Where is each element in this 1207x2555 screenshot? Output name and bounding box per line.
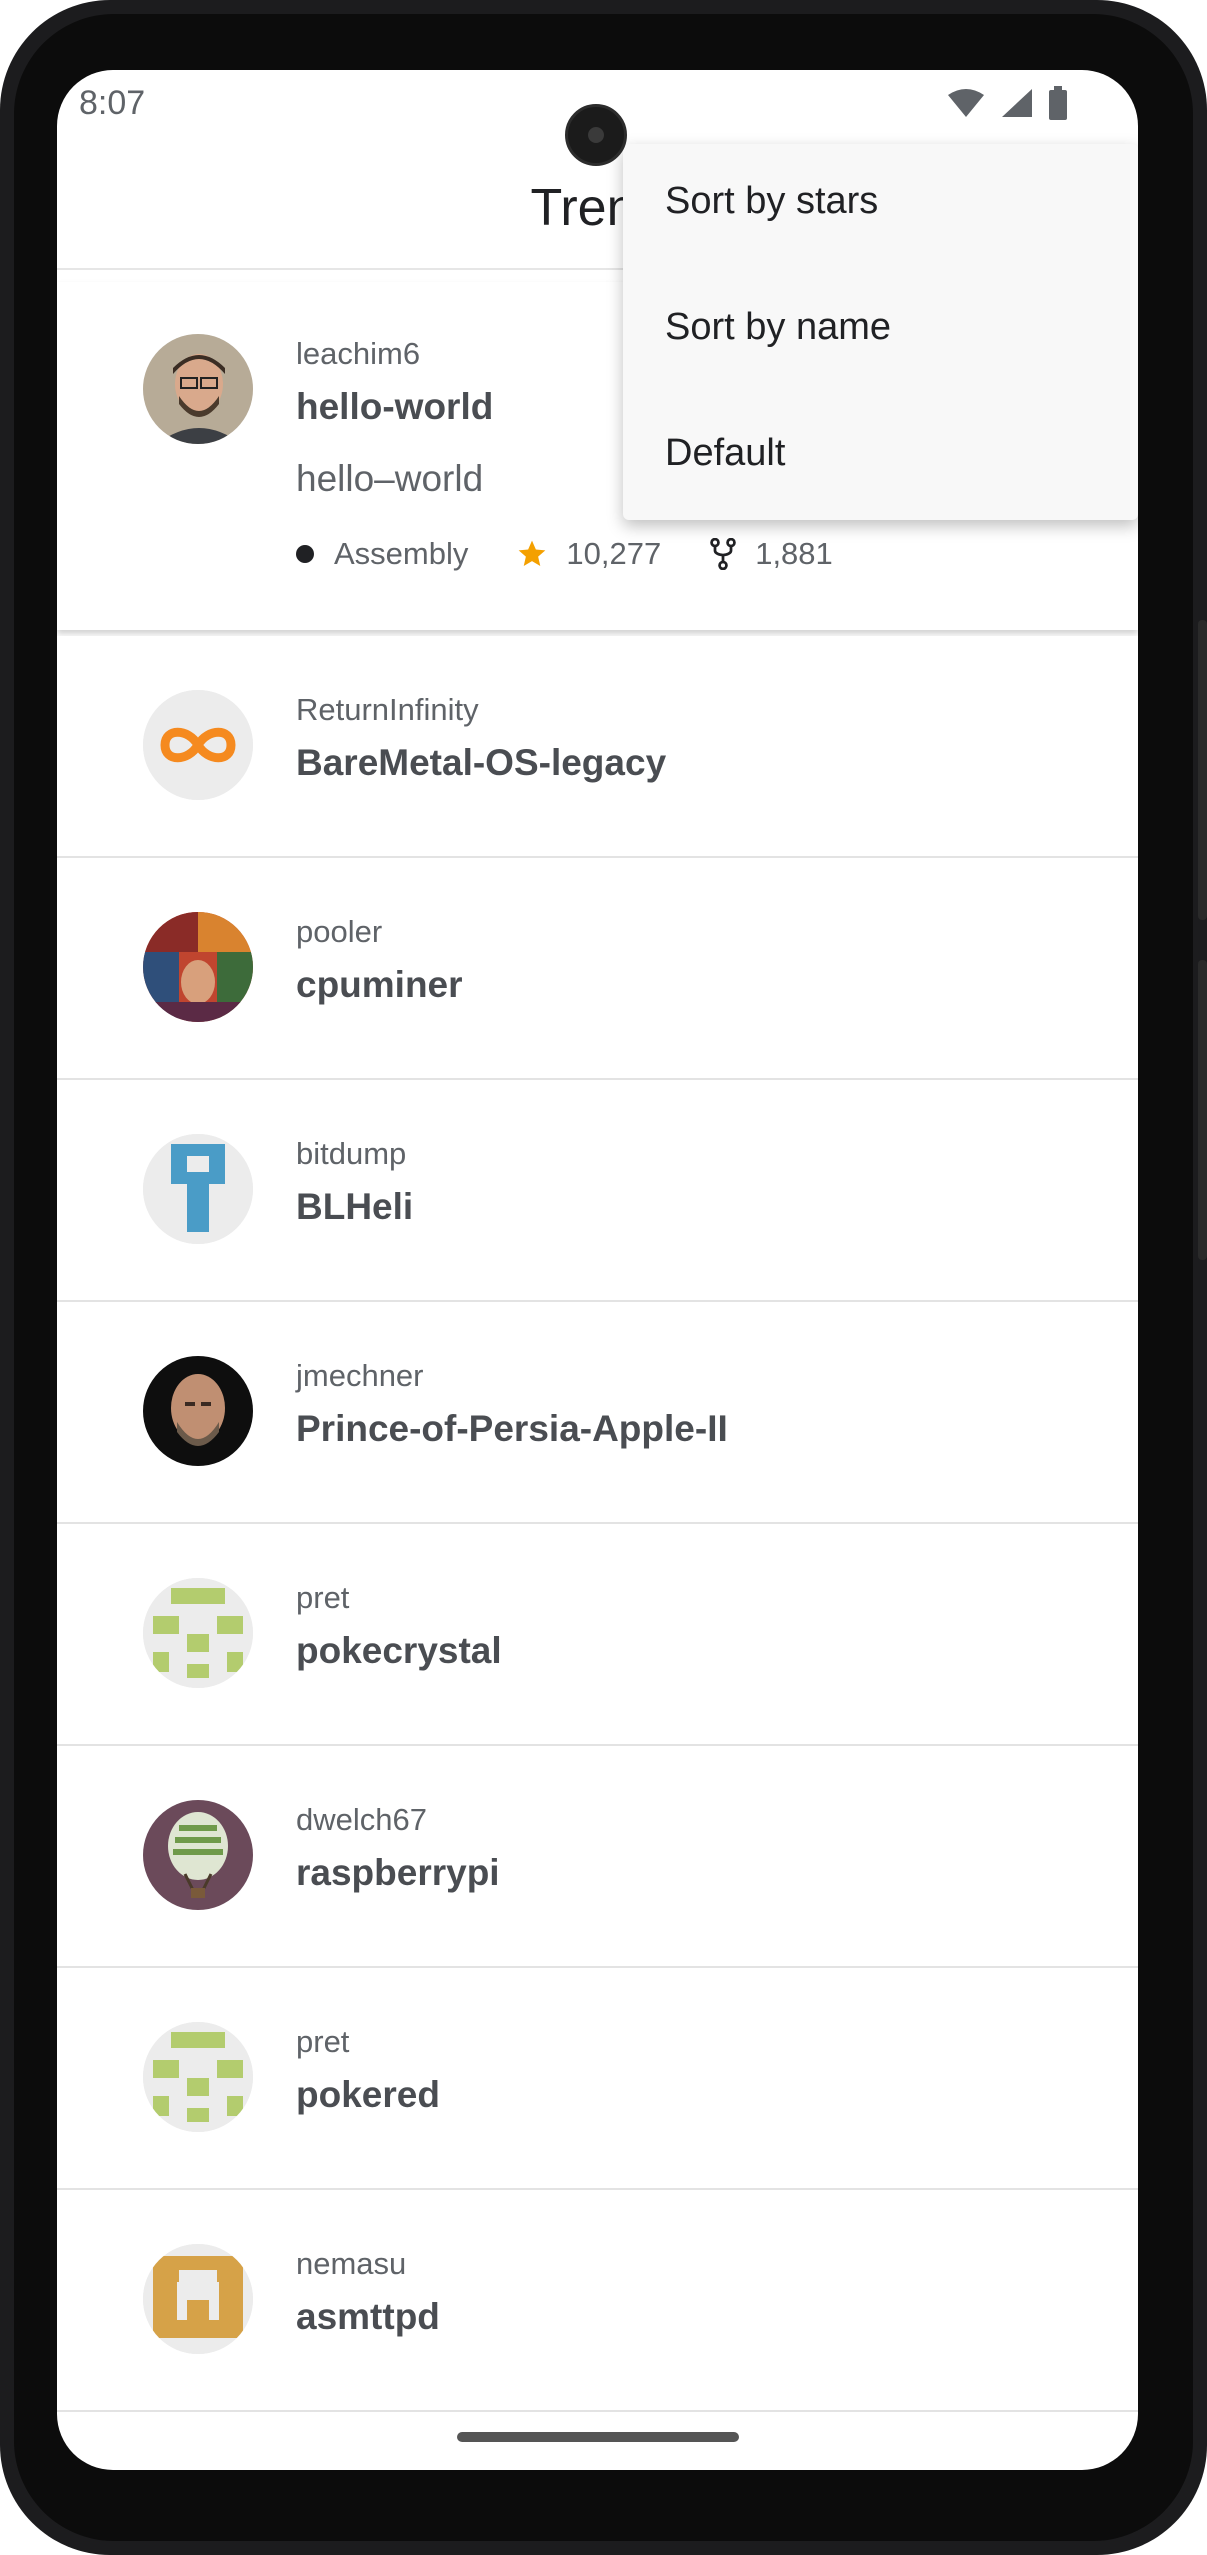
repo-meta: Assembly 10,277 1,881 — [296, 536, 833, 572]
repo-forks: 1,881 — [755, 536, 833, 571]
star-icon — [519, 540, 546, 566]
list-item[interactable]: bitdump BLHeli — [57, 1080, 1138, 1302]
list-item[interactable]: pret pokecrystal — [57, 1524, 1138, 1746]
person-photo-icon — [143, 1356, 253, 1466]
screen: 8:07 Trend leachim6 hello-world hello–wo… — [57, 70, 1138, 2470]
wifi-icon — [948, 89, 984, 117]
repo-name: raspberrypi — [296, 1852, 500, 1893]
avatar — [143, 1800, 253, 1910]
avatar — [143, 2244, 253, 2354]
sort-menu: Sort by stars Sort by name Default — [623, 144, 1138, 520]
repo-language: Assembly — [334, 536, 469, 571]
repo-description: hello–world — [296, 458, 484, 499]
avatar — [143, 334, 253, 444]
battery-icon — [1049, 86, 1067, 120]
repo-name: pokecrystal — [296, 1630, 502, 1671]
list-item[interactable]: pooler cpuminer — [57, 858, 1138, 1080]
avatar — [143, 2022, 253, 2132]
repo-name: hello-world — [296, 386, 494, 427]
list-item[interactable]: ReturnInfinity BareMetal-OS-legacy — [57, 636, 1138, 858]
repo-owner: pooler — [296, 914, 383, 949]
menu-item-sort-by-name[interactable]: Sort by name — [665, 306, 891, 349]
phone-frame: 8:07 Trend leachim6 hello-world hello–wo… — [0, 0, 1207, 2555]
repo-owner: ReturnInfinity — [296, 692, 479, 727]
avatar — [143, 1356, 253, 1466]
balloon-photo-icon — [143, 1800, 253, 1910]
repo-owner: dwelch67 — [296, 1802, 427, 1837]
front-camera — [565, 104, 627, 166]
orange-identicon-icon — [143, 2244, 253, 2354]
repo-list[interactable]: leachim6 hello-world hello–world Assembl… — [57, 282, 1138, 2412]
menu-item-default[interactable]: Default — [665, 432, 785, 475]
repo-name: cpuminer — [296, 964, 463, 1005]
avatar — [143, 1134, 253, 1244]
repo-name: pokered — [296, 2074, 440, 2115]
repo-owner: bitdump — [296, 1136, 407, 1171]
volume-button — [1198, 960, 1207, 1260]
menu-item-sort-by-stars[interactable]: Sort by stars — [665, 180, 878, 223]
status-icons — [946, 86, 1068, 120]
repo-name: Prince-of-Persia-Apple-II — [296, 1408, 728, 1449]
language-color-dot — [296, 545, 314, 563]
green-identicon-icon — [143, 2022, 253, 2132]
avatar — [143, 912, 253, 1022]
repo-owner: jmechner — [296, 1358, 424, 1393]
list-item[interactable]: jmechner Prince-of-Persia-Apple-II — [57, 1302, 1138, 1524]
fork-icon — [710, 538, 737, 570]
green-identicon-icon — [143, 1578, 253, 1688]
repo-name: BareMetal-OS-legacy — [296, 742, 667, 783]
album-collage-icon — [143, 912, 253, 1022]
gesture-nav-handle[interactable] — [457, 2432, 739, 2442]
repo-owner: nemasu — [296, 2246, 407, 2281]
repo-owner: pret — [296, 2024, 350, 2059]
blue-identicon-icon — [143, 1134, 253, 1244]
list-item[interactable]: nemasu asmttpd — [57, 2190, 1138, 2412]
repo-name: BLHeli — [296, 1186, 414, 1227]
avatar — [143, 1578, 253, 1688]
repo-name: asmttpd — [296, 2296, 440, 2337]
cellular-signal-icon — [1002, 89, 1032, 117]
repo-owner: leachim6 — [296, 336, 421, 371]
avatar — [143, 690, 253, 800]
list-item[interactable]: pret pokered — [57, 1968, 1138, 2190]
power-button — [1198, 620, 1207, 920]
status-time: 8:07 — [79, 84, 146, 122]
person-photo-icon — [143, 334, 253, 444]
infinity-logo-icon — [143, 690, 253, 800]
repo-owner: pret — [296, 1580, 350, 1615]
list-item[interactable]: dwelch67 raspberrypi — [57, 1746, 1138, 1968]
repo-stars: 10,277 — [566, 536, 662, 571]
